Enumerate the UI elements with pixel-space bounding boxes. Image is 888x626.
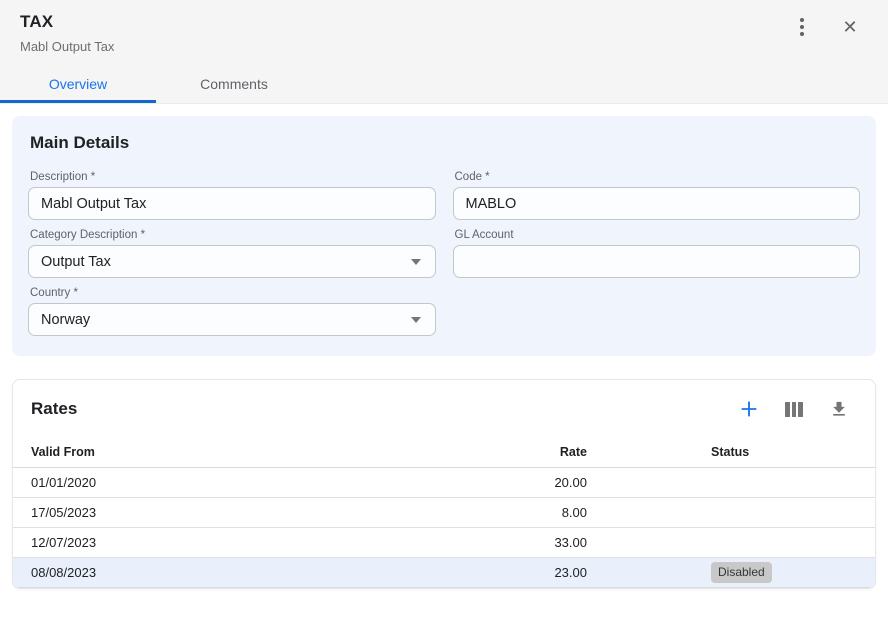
tab-bar: Overview Comments [0,65,312,103]
add-rate-button[interactable] [737,397,761,421]
main-details-title: Main Details [30,133,860,153]
rate-cell: 8.00 [493,505,587,520]
more-options-button[interactable] [790,15,814,39]
description-input[interactable] [28,187,436,220]
valid-from-cell: 12/07/2023 [31,535,493,550]
table-row[interactable]: 17/05/2023 8.00 [13,498,875,528]
code-label: Code * [453,171,861,183]
description-field-group: Description * [28,171,436,220]
dialog-header: TAX Mabl Output Tax ✕ Overview Comments [0,0,888,104]
main-details-section: Main Details Description * Code * Catego… [12,116,876,356]
category-description-label: Category Description * [28,229,436,241]
category-description-value: Output Tax [41,254,111,270]
table-row-selected[interactable]: 08/08/2023 23.00 Disabled [13,558,875,588]
download-icon [829,399,849,419]
table-row[interactable]: 12/07/2023 33.00 [13,528,875,558]
status-badge: Disabled [711,562,772,582]
country-label: Country * [28,287,436,299]
column-header-rate: Rate [493,445,587,459]
valid-from-cell: 17/05/2023 [31,505,493,520]
page-subtitle: Mabl Output Tax [20,39,888,54]
valid-from-cell: 08/08/2023 [31,565,493,580]
rates-section: Rates Valid From Rate Status 01/01 [12,379,876,589]
rate-cell: 20.00 [493,475,587,490]
page-title: TAX [20,12,888,32]
category-description-field-group: Category Description * Output Tax [28,229,436,278]
description-label: Description * [28,171,436,183]
code-field-group: Code * [453,171,861,220]
status-cell: Disabled [587,562,875,582]
gl-account-input[interactable] [453,245,861,278]
valid-from-cell: 01/01/2020 [31,475,493,490]
code-input[interactable] [453,187,861,220]
country-field-group: Country * Norway [28,287,436,336]
table-header-row: Valid From Rate Status [13,437,875,468]
gl-account-field-group: GL Account [453,229,861,278]
main-details-fields: Description * Code * Category Descriptio… [28,171,860,336]
close-button[interactable]: ✕ [838,15,862,39]
gl-account-label: GL Account [453,229,861,241]
plus-icon [738,398,760,420]
tab-comments[interactable]: Comments [156,65,312,103]
column-header-valid-from: Valid From [31,445,493,459]
rates-table: Valid From Rate Status 01/01/2020 20.00 … [13,437,875,588]
download-button[interactable] [827,397,851,421]
title-block: TAX Mabl Output Tax [0,0,888,54]
rates-title: Rates [31,399,77,419]
close-icon: ✕ [842,18,857,36]
column-settings-button[interactable] [782,397,806,421]
country-select[interactable]: Norway [28,303,436,336]
country-value: Norway [41,312,90,328]
rates-header: Rates [13,380,875,421]
table-row[interactable]: 01/01/2020 20.00 [13,468,875,498]
chevron-down-icon [411,259,421,265]
column-header-status: Status [587,445,875,459]
columns-icon [785,402,803,417]
rate-cell: 33.00 [493,535,587,550]
header-actions: ✕ [790,15,862,39]
rates-toolbar [737,397,851,421]
category-description-select[interactable]: Output Tax [28,245,436,278]
tab-overview[interactable]: Overview [0,65,156,103]
rate-cell: 23.00 [493,565,587,580]
kebab-menu-icon [800,18,804,36]
chevron-down-icon [411,317,421,323]
